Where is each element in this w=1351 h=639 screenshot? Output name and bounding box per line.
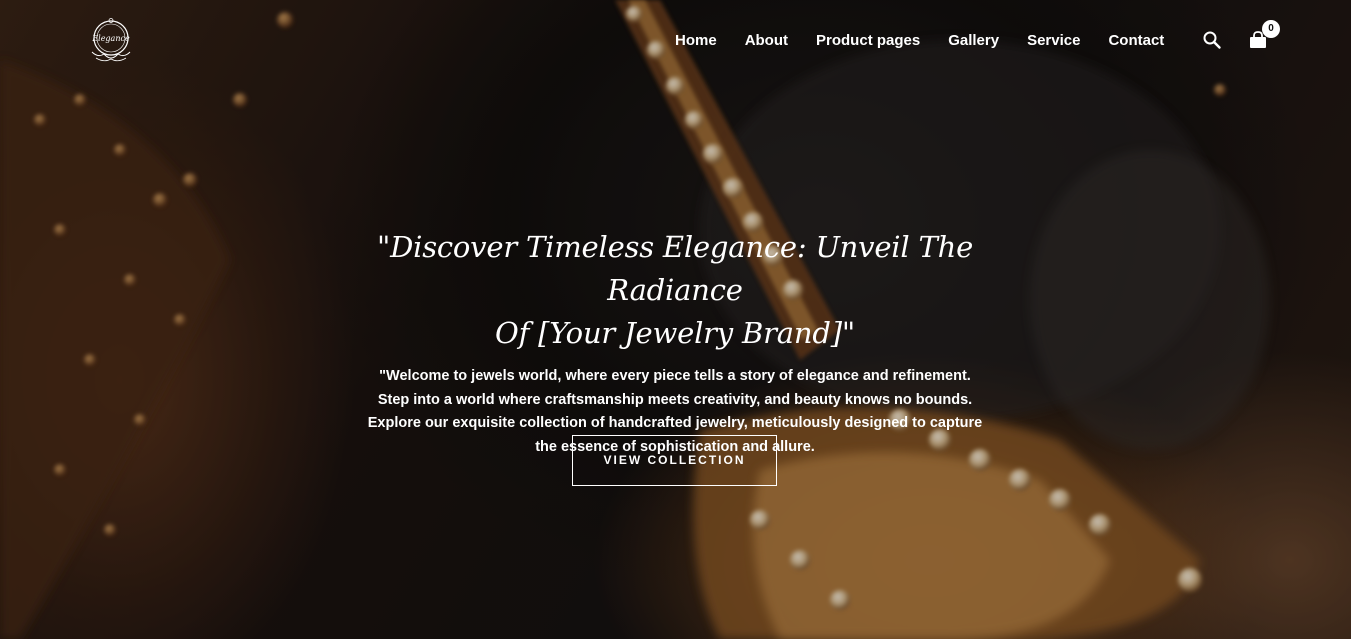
hero-headline-line-2: Of [Your Jewelry Brand]" <box>495 316 855 350</box>
nav-item-about[interactable]: About <box>745 31 788 51</box>
site-header: Elegance Home About Product pages Galler… <box>0 0 1351 82</box>
view-collection-button[interactable]: VIEW COLLECTION <box>572 435 777 486</box>
hero-headline: "Discover Timeless Elegance: Unveil The … <box>340 226 1010 355</box>
logo-text: Elegance <box>91 34 130 43</box>
logo-icon[interactable]: Elegance <box>84 16 138 66</box>
hero-intro-line-2: Step into a world where craftsmanship me… <box>377 391 973 408</box>
nav-item-home[interactable]: Home <box>675 31 717 51</box>
hero-intro-line-1: "Welcome to jewels world, where every pi… <box>379 368 971 384</box>
search-icon[interactable] <box>1202 30 1222 50</box>
main-navigation: Home About Product pages Gallery Service… <box>675 31 1192 51</box>
nav-item-gallery[interactable]: Gallery <box>948 31 999 51</box>
hero-intro-line-3: Explore our exquisite collection of hand… <box>367 415 983 431</box>
hero-headline-line-1: "Discover Timeless Elegance: Unveil The … <box>376 230 974 307</box>
cart-count-badge: 0 <box>1262 20 1280 38</box>
nav-item-contact[interactable]: Contact <box>1108 31 1164 51</box>
hero-section: Elegance Home About Product pages Galler… <box>0 0 1351 639</box>
hero-content: "Discover Timeless Elegance: Unveil The … <box>340 226 1010 459</box>
nav-item-service[interactable]: Service <box>1027 31 1080 51</box>
nav-item-product-pages[interactable]: Product pages <box>816 31 920 51</box>
